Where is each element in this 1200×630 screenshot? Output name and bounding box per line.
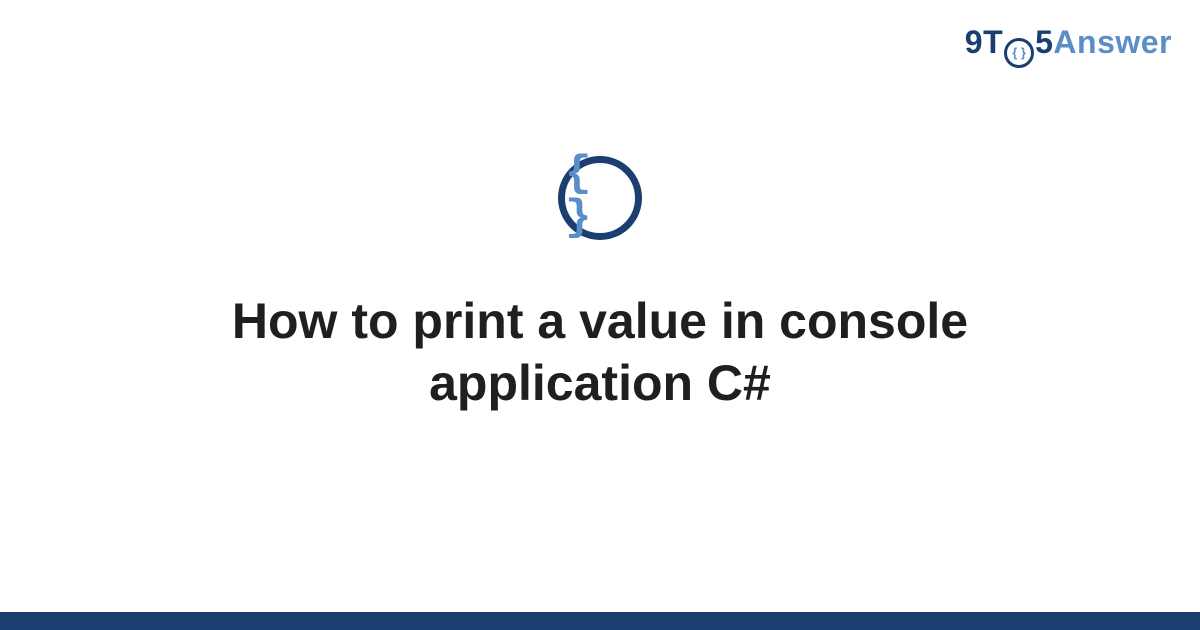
braces-glyph: { } bbox=[565, 152, 635, 240]
footer-accent-bar bbox=[0, 612, 1200, 630]
page-title: How to print a value in console applicat… bbox=[130, 290, 1070, 415]
code-braces-icon: { } bbox=[558, 156, 642, 240]
main-content: { } How to print a value in console appl… bbox=[0, 0, 1200, 630]
